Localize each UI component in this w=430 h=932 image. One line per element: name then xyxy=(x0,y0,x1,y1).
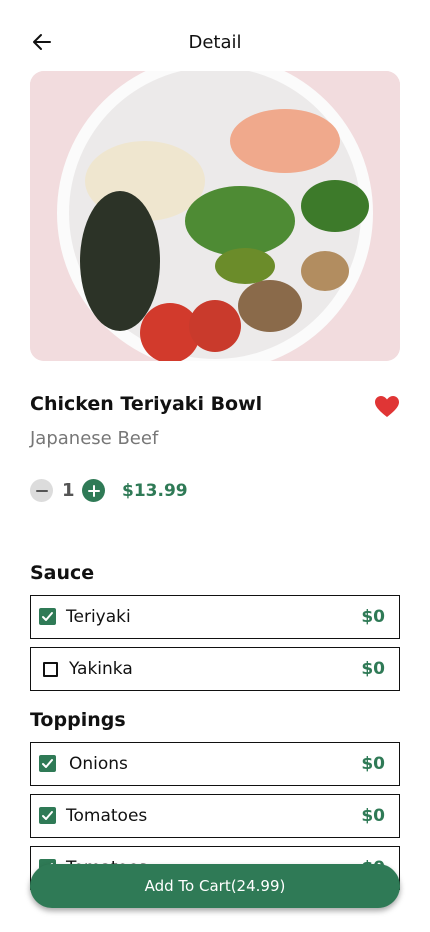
quantity-value: 1 xyxy=(62,480,75,501)
add-to-cart-button[interactable]: Add To Cart(24.99) xyxy=(30,864,400,908)
item-price: $13.99 xyxy=(122,481,188,501)
plus-icon xyxy=(87,484,100,497)
sauce-section-title: Sauce xyxy=(30,562,95,584)
toppings-section-title: Toppings xyxy=(30,709,126,731)
option-label: Teriyaki xyxy=(66,607,131,627)
check-icon xyxy=(42,612,53,621)
favorite-button[interactable] xyxy=(374,395,400,419)
increase-quantity-button[interactable] xyxy=(82,479,105,502)
item-name: Chicken Teriyaki Bowl xyxy=(30,393,263,415)
option-row-teriyaki[interactable]: Teriyaki $0 xyxy=(30,595,400,639)
checkbox-checked[interactable] xyxy=(39,608,56,625)
option-price: $0 xyxy=(361,806,385,826)
option-row-onions[interactable]: Onions $0 xyxy=(30,742,400,786)
option-label: Yakinka xyxy=(69,659,133,679)
option-row-yakinka[interactable]: Yakinka $0 xyxy=(30,647,400,691)
heart-icon xyxy=(375,396,399,417)
checkbox-checked[interactable] xyxy=(39,755,56,772)
option-label: Tomatoes xyxy=(66,806,148,826)
checkbox-checked[interactable] xyxy=(39,807,56,824)
header: Detail xyxy=(0,22,430,62)
item-subtitle: Japanese Beef xyxy=(30,428,159,449)
option-row-tomatoes[interactable]: Tomatoes $0 xyxy=(30,794,400,838)
option-price: $0 xyxy=(361,607,385,627)
option-label: Onions xyxy=(69,754,128,774)
quantity-stepper: 1 $13.99 xyxy=(30,479,330,503)
page-title: Detail xyxy=(188,32,242,53)
checkbox-unchecked[interactable] xyxy=(43,662,58,677)
option-price: $0 xyxy=(361,659,385,679)
check-icon xyxy=(42,759,53,768)
food-image xyxy=(30,71,400,361)
check-icon xyxy=(42,811,53,820)
option-price: $0 xyxy=(361,754,385,774)
decrease-quantity-button[interactable] xyxy=(30,479,53,502)
minus-icon xyxy=(35,489,48,492)
